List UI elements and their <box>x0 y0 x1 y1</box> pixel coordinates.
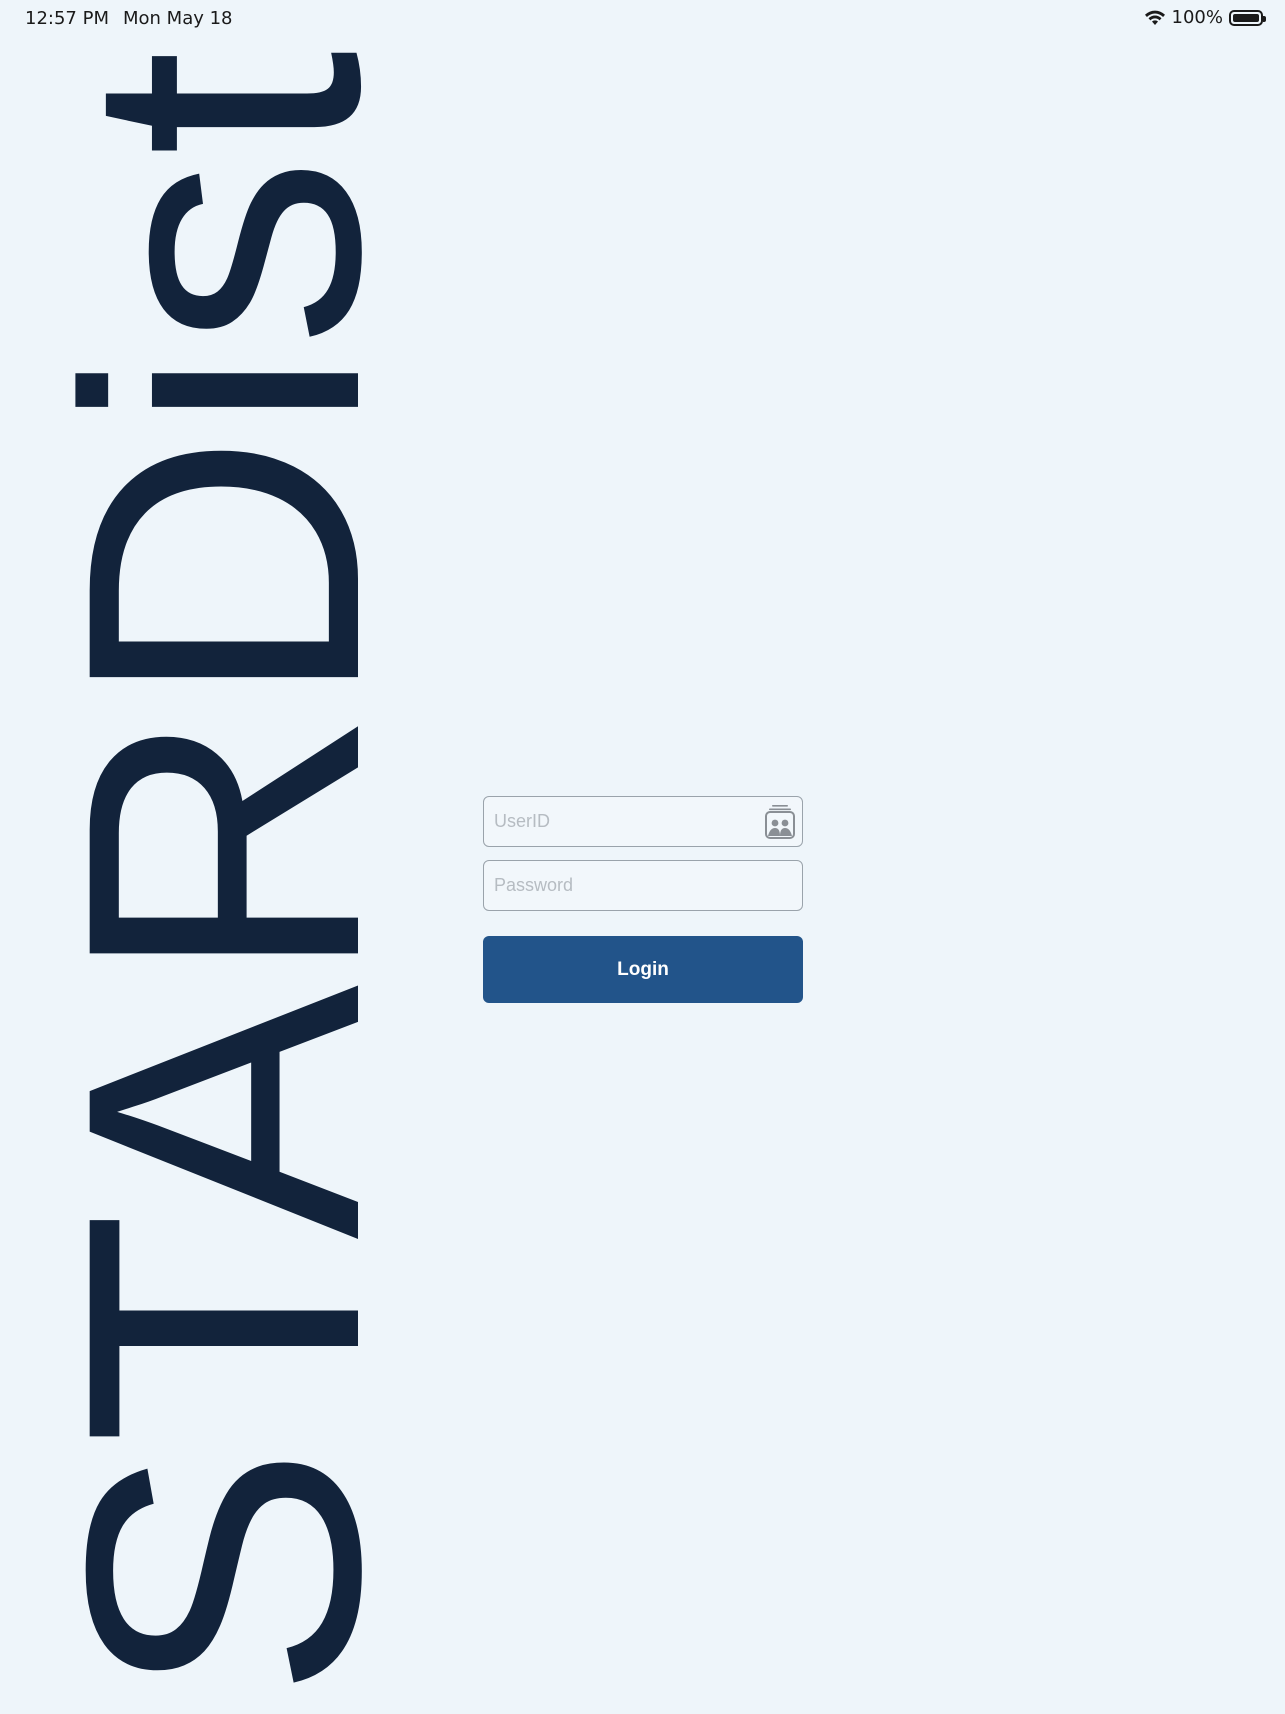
battery-fill <box>1233 13 1259 22</box>
wifi-icon <box>1144 10 1165 25</box>
login-button[interactable]: Login <box>483 936 803 1003</box>
login-form: Login <box>483 796 803 1003</box>
userid-field <box>483 796 803 847</box>
app-logo: STARDist <box>0 0 380 1714</box>
logo-wordmark: STARDist <box>5 49 380 1700</box>
password-field <box>483 860 803 911</box>
contact-card-icon[interactable] <box>764 804 796 840</box>
battery-icon <box>1229 9 1266 26</box>
userid-input[interactable] <box>484 797 802 846</box>
password-input[interactable] <box>484 861 802 910</box>
status-right: 100% <box>1144 7 1266 28</box>
logo-text: STARDist <box>5 49 380 1700</box>
battery-percent: 100% <box>1171 7 1223 28</box>
